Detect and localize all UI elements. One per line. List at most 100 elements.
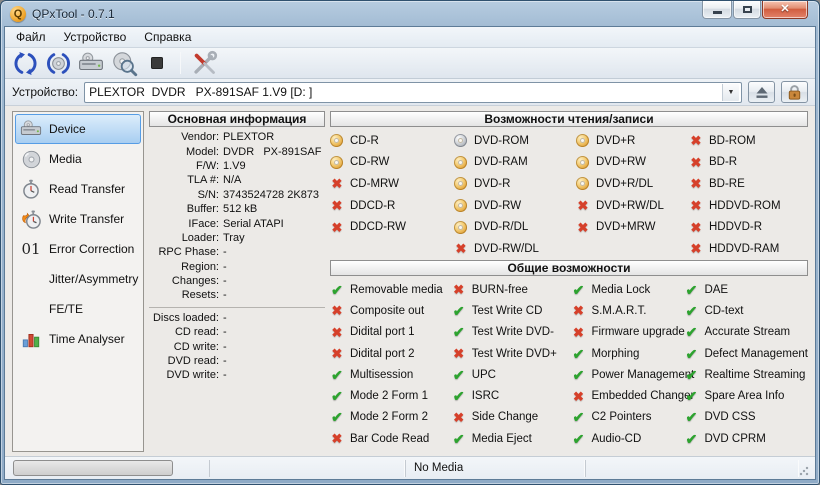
capability-icon (330, 177, 344, 191)
capability-icon (454, 177, 467, 191)
window-title: QPxTool - 0.7.1 (32, 6, 115, 21)
capability-item: Firmware upgrade (571, 322, 684, 343)
capability-icon (689, 134, 703, 148)
capability-item: UPC (452, 364, 572, 385)
capability-item: DVD-R/DL (454, 216, 576, 238)
capability-item: CD-MRW (330, 173, 454, 195)
status-section (209, 459, 405, 477)
status-section (585, 459, 799, 477)
capability-icon (576, 134, 589, 148)
stop-button[interactable] (143, 50, 171, 77)
info-row: F/W: 1.V9 (195, 159, 246, 172)
resize-grip[interactable] (799, 466, 809, 476)
maximize-button[interactable] (733, 1, 761, 19)
media-scan-icon (112, 51, 137, 76)
info-row: Model: DVDR PX-891SAF (185, 145, 322, 158)
sidebar-item-read-transfer[interactable]: Read Transfer (15, 174, 141, 204)
lock-button[interactable] (781, 81, 808, 103)
menu-file[interactable]: Файл (7, 27, 55, 47)
drive-info-button[interactable] (77, 50, 105, 77)
preferences-button[interactable] (190, 50, 218, 77)
menu-device[interactable]: Устройство (55, 27, 136, 47)
capability-item: Power Management (571, 364, 694, 385)
rw-capabilities-grid: CD-R CD-RW CD-MRW DDCD-R DDCD-RW DVD-ROM… (330, 127, 808, 260)
capability-icon (330, 304, 344, 318)
capability-item: ISRC (452, 385, 572, 406)
capability-item: Morphing (571, 343, 684, 364)
device-combobox[interactable]: PLEXTOR DVDR PX-891SAF 1.V9 [D: ] (84, 81, 742, 103)
rescan-bus-button[interactable] (11, 50, 39, 77)
refresh-media-button[interactable] (44, 50, 72, 77)
capability-item: DVD-RAM (454, 152, 576, 174)
capability-icon (330, 220, 344, 234)
close-button[interactable]: ✕ (762, 1, 808, 19)
capability-icon (452, 368, 466, 382)
capability-icon (330, 199, 344, 213)
capability-item: BD-R (689, 152, 808, 174)
sidebar-item-label: Jitter/Asymmetry (49, 272, 139, 286)
capability-icon (330, 389, 344, 403)
capability-icon (571, 389, 585, 403)
sidebar-item-time-analyser[interactable]: Time Analyser (15, 324, 141, 354)
chevron-down-icon[interactable] (722, 83, 739, 101)
media-scan-button[interactable] (110, 50, 138, 77)
status-message: No Media (414, 462, 464, 474)
info-row: Vendor: PLEXTOR (181, 131, 275, 144)
eject-icon (756, 87, 767, 98)
status-bar: No Media (5, 456, 815, 479)
device-combobox-value: PLEXTOR DVDR PX-891SAF 1.V9 [D: ] (89, 85, 313, 99)
capability-item: Accurate Stream (684, 322, 808, 343)
capability-item: DDCD-RW (330, 216, 454, 238)
capability-icon (571, 325, 585, 339)
drive-icon (20, 118, 42, 140)
drive-icon (79, 52, 103, 71)
capability-icon (330, 368, 344, 382)
sidebar-item-error-correction[interactable]: 01 Error Correction (15, 234, 141, 264)
sidebar-item-device[interactable]: Device (15, 114, 141, 144)
info-row: CD read: - (174, 326, 227, 339)
minimize-button[interactable] (702, 1, 732, 19)
rescan-bus-icon (14, 51, 36, 75)
menu-help[interactable]: Справка (135, 27, 200, 47)
capability-item: CD-R (330, 130, 454, 152)
info-row: Discs loaded: - (152, 311, 227, 324)
basic-info-header: Основная информация (149, 111, 325, 127)
capability-icon (454, 242, 468, 256)
capability-item: Bar Code Read (330, 428, 452, 449)
sidebar: Device Media Read Transfer Write Transfe… (12, 111, 144, 452)
toolbar (5, 48, 815, 79)
capability-icon (571, 283, 585, 297)
sidebar-item-media[interactable]: Media (15, 144, 141, 174)
capability-item: BD-RE (689, 173, 808, 195)
device-bar: Устройство: PLEXTOR DVDR PX-891SAF 1.V9 … (5, 79, 815, 106)
window-controls: ✕ (701, 1, 808, 19)
capability-icon (452, 432, 466, 446)
progress-bar (13, 460, 173, 476)
sidebar-item-fe-te[interactable]: FE/TE (15, 294, 141, 324)
capability-item: Test Write DVD+ (452, 343, 572, 364)
capability-icon (576, 199, 590, 213)
menu-bar: Файл Устройство Справка (5, 27, 815, 48)
capability-item: CD-text (684, 300, 808, 321)
capability-item: Mode 2 Form 1 (330, 385, 452, 406)
capability-icon (452, 325, 466, 339)
eject-button[interactable] (748, 81, 775, 103)
capability-item: Didital port 2 (330, 343, 452, 364)
capability-icon (452, 410, 466, 424)
lock-icon (788, 84, 801, 100)
capability-icon (330, 134, 343, 148)
close-icon: ✕ (780, 3, 790, 15)
capability-icon (452, 304, 466, 318)
stop-icon (151, 57, 163, 69)
capability-item: DAE (684, 279, 808, 300)
capability-item: DVD CPRM (684, 428, 808, 449)
sidebar-item-jitter-asymmetry[interactable]: Jitter/Asymmetry (15, 264, 141, 294)
capability-icon (452, 347, 466, 361)
stopwatch-icon (20, 178, 42, 200)
capability-icon (689, 242, 703, 256)
capability-item: DVD-ROM (454, 130, 576, 152)
sidebar-item-write-transfer[interactable]: Write Transfer (15, 204, 141, 234)
capability-item: HDDVD-ROM (689, 195, 808, 217)
general-capabilities-header: Общие возможности (330, 260, 808, 276)
title-bar[interactable]: Q QPxTool - 0.7.1 ✕ (4, 1, 816, 26)
